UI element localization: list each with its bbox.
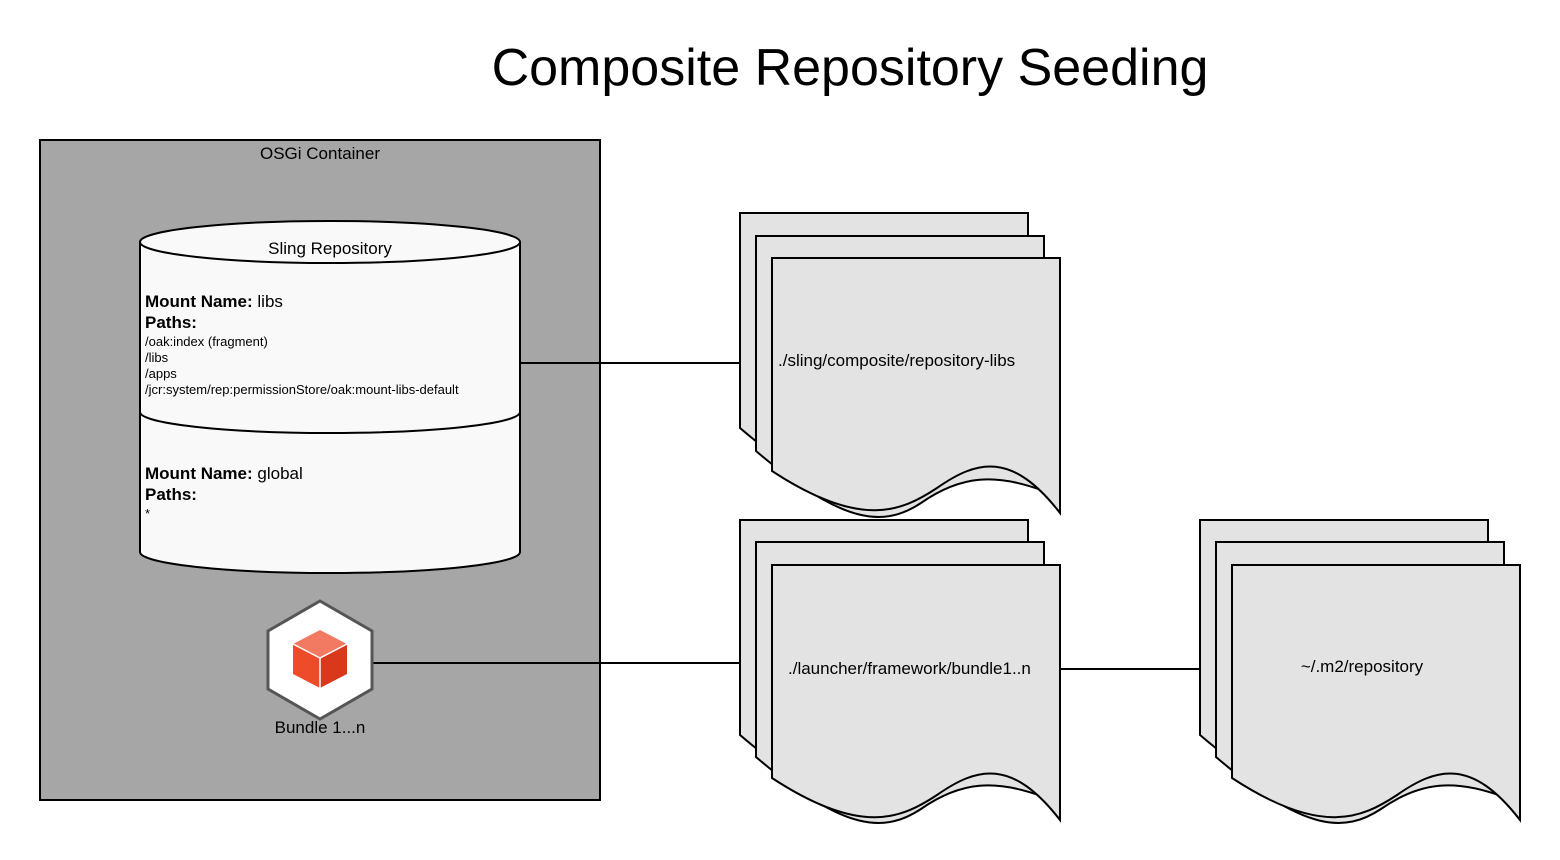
global-mount-name-row: Mount Name: global bbox=[145, 463, 303, 484]
sling-repository-label: Sling Repository bbox=[268, 239, 392, 258]
libs-paths-heading: Paths: bbox=[145, 313, 197, 332]
osgi-container-label: OSGi Container bbox=[260, 144, 380, 163]
diagram-title: Composite Repository Seeding bbox=[491, 39, 1209, 97]
libs-path-item: /oak:index (fragment) bbox=[145, 334, 268, 349]
libs-path-item: /apps bbox=[145, 366, 177, 381]
global-paths-heading: Paths: bbox=[145, 485, 197, 504]
libs-path-item: /libs bbox=[145, 350, 169, 365]
mount-name-label: Mount Name: bbox=[145, 464, 253, 483]
mount-name-value: libs bbox=[257, 292, 283, 311]
launcher-bundles-label: ./launcher/framework/bundle1..n bbox=[788, 659, 1031, 678]
libs-path-item: /jcr:system/rep:permissionStore/oak:moun… bbox=[145, 382, 459, 397]
libs-mount-name-row: Mount Name: libs bbox=[145, 291, 283, 312]
repository-libs-label: ./sling/composite/repository-libs bbox=[778, 351, 1016, 370]
mount-name-label: Mount Name: bbox=[145, 292, 253, 311]
mount-name-value: global bbox=[257, 464, 303, 483]
diagram-canvas bbox=[39, 139, 1521, 824]
bundle-label: Bundle 1...n bbox=[274, 718, 366, 737]
global-path-item: * bbox=[145, 506, 151, 521]
m2-repository-label: ~/.m2/repository bbox=[1300, 657, 1424, 676]
